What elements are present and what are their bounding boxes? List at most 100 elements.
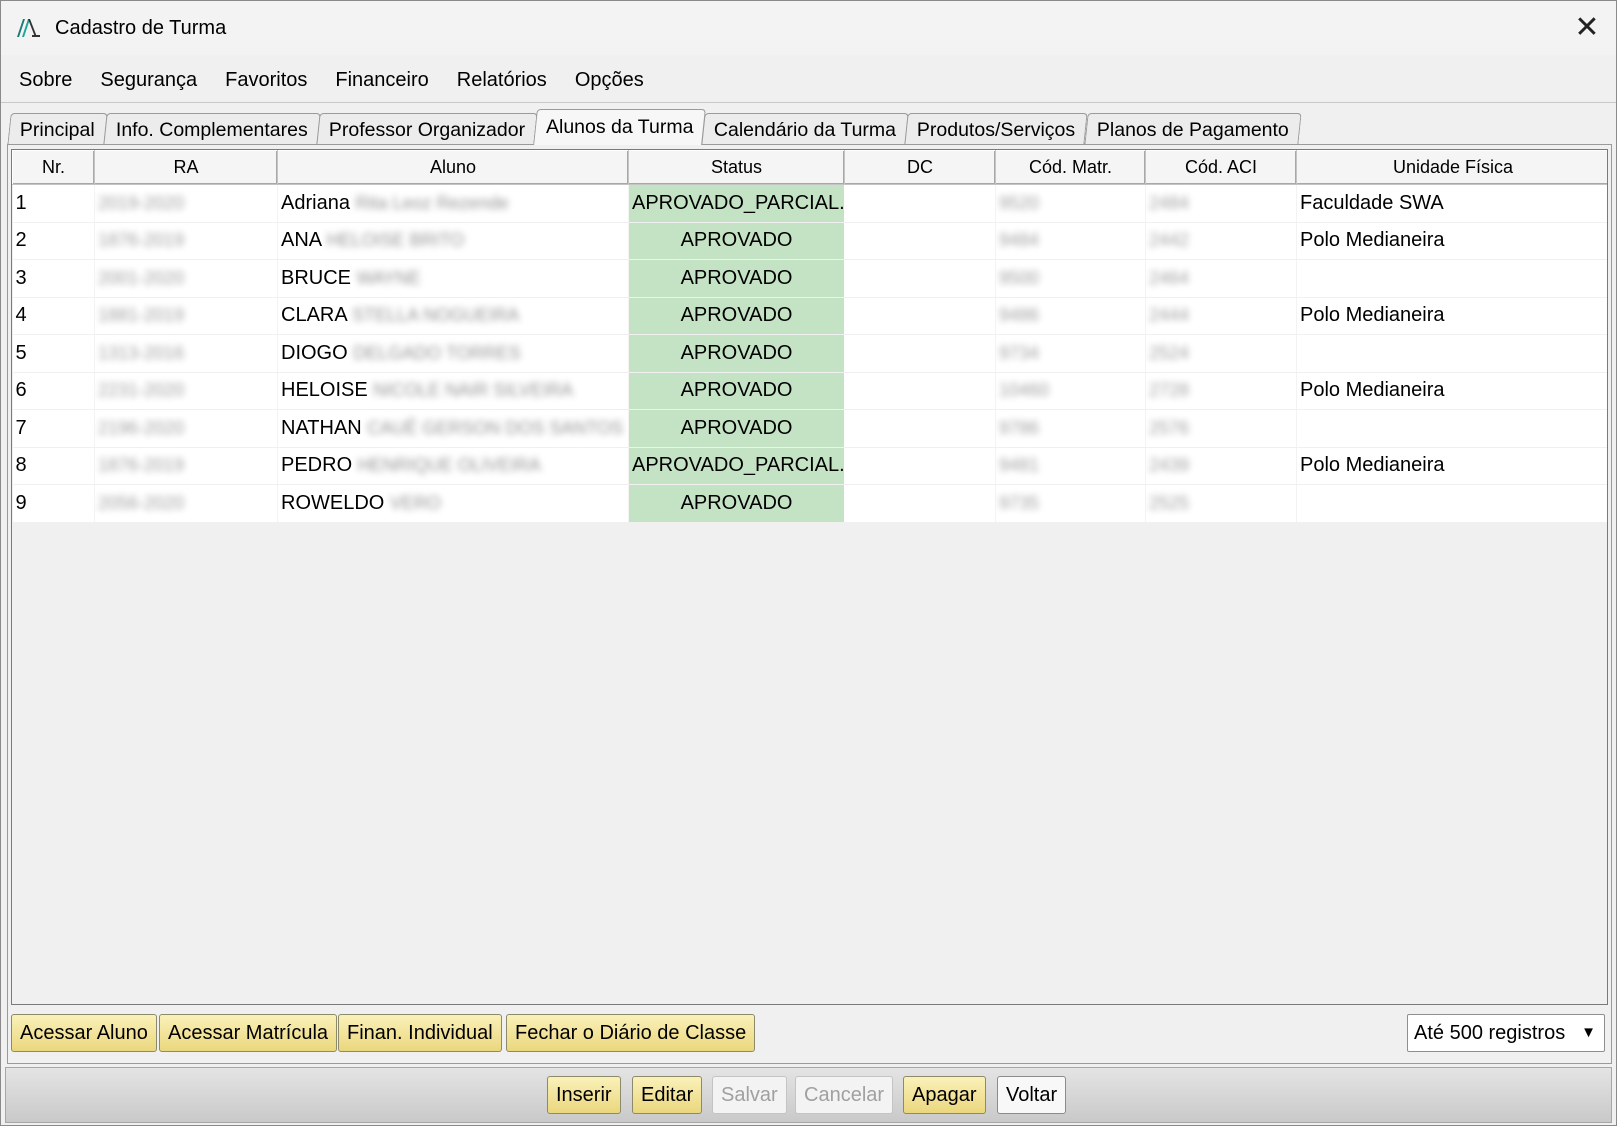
cell-cod-aci: 2484 [1145,184,1297,223]
cell-ra: 2231-2020 [94,372,278,410]
column-header-aluno[interactable]: Aluno [277,150,629,185]
cell-status: APROVADO [628,334,845,373]
tab-calendario-da-turma[interactable]: Calendário da Turma [701,113,910,145]
cell-cod-aci: 2464 [1145,259,1297,298]
column-header-status[interactable]: Status [628,150,845,185]
tab-strip: Principal Info. Complementares Professor… [7,109,1302,145]
column-header-unidade-fisica[interactable]: Unidade Física [1296,150,1607,185]
cell-nr: 2 [12,222,95,260]
menu-favoritos[interactable]: Favoritos [211,57,321,103]
column-header-dc[interactable]: DC [844,150,996,185]
menu-financeiro[interactable]: Financeiro [321,57,442,103]
aluno-first-name: Adriana [281,191,350,214]
cod-matr-value: 9520 [999,192,1040,213]
cell-cod-matr: 9484 [995,222,1146,260]
cell-ra: 1881-2019 [94,297,278,335]
table-row[interactable]: 4 1881-2019 CLARA STELLA NOGUEIRA APROVADO 9… [12,297,1607,335]
inserir-button[interactable]: Inserir [547,1076,621,1114]
table-row[interactable]: 9 2056-2020 ROWELDO VERO APROVADO 9735 2525 [12,484,1607,523]
cell-ra: 2001-2020 [94,259,278,298]
voltar-button[interactable]: Voltar [997,1076,1067,1114]
cell-dc [844,409,996,448]
cell-nr: 6 [12,372,95,410]
salvar-button[interactable]: Salvar [712,1076,787,1114]
bottom-toolbar: Inserir Editar Salvar Cancelar Apagar Vo… [5,1067,1612,1123]
cod-aci-value: 2576 [1149,417,1190,438]
cell-cod-aci: 2444 [1145,297,1297,335]
aluno-first-name: PEDRO [281,454,353,477]
cell-ra: 1313-2016 [94,334,278,373]
window-title: Cadastro de Turma [55,16,227,39]
cell-unidade-fisica: Faculdade SWA [1296,184,1607,223]
cod-matr-value: 9486 [999,305,1040,326]
cell-aluno: ANA HELOISE BRITO [277,222,629,260]
cell-unidade-fisica: Polo Medianeira [1296,297,1607,335]
cell-dc [844,297,996,335]
cell-cod-aci: 2525 [1145,484,1297,523]
cell-cod-matr: 9500 [995,259,1146,298]
cell-nr: 3 [12,259,95,298]
ra-value: 1313-2016 [98,342,185,363]
cell-cod-matr: 9520 [995,184,1146,223]
table-row[interactable]: 1 2019-2020 Adriana Rita Leoz Rezende APROV… [12,184,1607,223]
menu-sobre[interactable]: Sobre [1,57,86,103]
menu-opcoes[interactable]: Opções [561,57,658,103]
cod-matr-value: 9734 [999,342,1040,363]
cod-aci-value: 2524 [1149,342,1190,363]
editar-button[interactable]: Editar [632,1076,703,1114]
cell-cod-matr: 9734 [995,334,1146,373]
column-header-ra[interactable]: RA [94,150,278,185]
table-row[interactable]: 5 1313-2016 DIOGO DELGADO TORRES APROVADO 97… [12,334,1607,373]
acessar-matricula-button[interactable]: Acessar Matrícula [159,1014,338,1052]
acessar-aluno-button[interactable]: Acessar Aluno [11,1014,157,1052]
menu-relatorios[interactable]: Relatórios [443,57,561,103]
cell-cod-aci: 2728 [1145,372,1297,410]
cod-matr-value: 9500 [999,267,1040,288]
aluno-rest-name: NICOLE NAIR SILVEIRA [373,380,573,401]
cell-aluno: NATHAN CAUÊ GERSON DOS SANTOS [277,409,629,448]
tab-info-complementares[interactable]: Info. Complementares [103,113,321,145]
cod-aci-value: 2728 [1149,380,1190,401]
cell-ra: 2196-2020 [94,409,278,448]
table-row[interactable]: 8 1876-2019 PEDRO HENRIQUE OLIVEIRA APROVAD… [12,447,1607,485]
cell-ra: 1876-2019 [94,447,278,485]
aluno-rest-name: HELOISE BRITO [326,230,465,251]
cell-dc [844,222,996,260]
cell-status: APROVADO [628,297,845,335]
cod-aci-value: 2484 [1149,192,1190,213]
column-header-cod-aci[interactable]: Cód. ACI [1145,150,1297,185]
students-grid[interactable]: Nr. RA Aluno Status DC Cód. Matr. Cód. A… [11,149,1608,1005]
tab-planos-de-pagamento[interactable]: Planos de Pagamento [1083,113,1302,145]
aluno-rest-name: WAYNE [356,267,421,288]
cod-aci-value: 2525 [1149,492,1190,513]
aluno-rest-name: DELGADO TORRES [353,342,521,363]
cell-unidade-fisica [1296,259,1607,298]
tab-produtos-servicos[interactable]: Produtos/Serviços [904,113,1089,145]
table-row[interactable]: 6 2231-2020 HELOISE NICOLE NAIR SILVEIRA AP… [12,372,1607,410]
fechar-diario-button[interactable]: Fechar o Diário de Classe [506,1014,756,1052]
cell-unidade-fisica: Polo Medianeira [1296,222,1607,260]
tab-alunos-da-turma[interactable]: Alunos da Turma [532,109,707,145]
tab-professor-organizador[interactable]: Professor Organizador [315,113,538,145]
records-limit-value: Até 500 registros [1414,1022,1566,1044]
cell-status: APROVADO [628,484,845,523]
records-limit-select[interactable]: Até 500 registros ▼ [1407,1014,1605,1052]
cancelar-button[interactable]: Cancelar [795,1076,894,1114]
ra-value: 2056-2020 [98,492,185,513]
apagar-button[interactable]: Apagar [903,1076,986,1114]
cell-nr: 4 [12,297,95,335]
close-icon[interactable]: ✕ [1572,13,1602,43]
finan-individual-button[interactable]: Finan. Individual [338,1014,502,1052]
table-row[interactable]: 2 1876-2019 ANA HELOISE BRITO APROVADO 9484 2… [12,222,1607,260]
menu-seguranca[interactable]: Segurança [86,57,211,103]
table-row[interactable]: 3 2001-2020 BRUCE WAYNE APROVADO 9500 2464 [12,259,1607,298]
cell-status: APROVADO [628,222,845,260]
column-header-nr[interactable]: Nr. [12,150,95,185]
tab-panel-alunos: Nr. RA Aluno Status DC Cód. Matr. Cód. A… [7,144,1612,1064]
cell-ra: 1876-2019 [94,222,278,260]
column-header-cod-matr[interactable]: Cód. Matr. [995,150,1146,185]
cell-status: APROVADO_PARCIAL... [628,447,845,485]
cell-dc [844,334,996,373]
tab-principal[interactable]: Principal [7,113,108,145]
table-row[interactable]: 7 2196-2020 NATHAN CAUÊ GERSON DOS SANTOS A… [12,409,1607,448]
